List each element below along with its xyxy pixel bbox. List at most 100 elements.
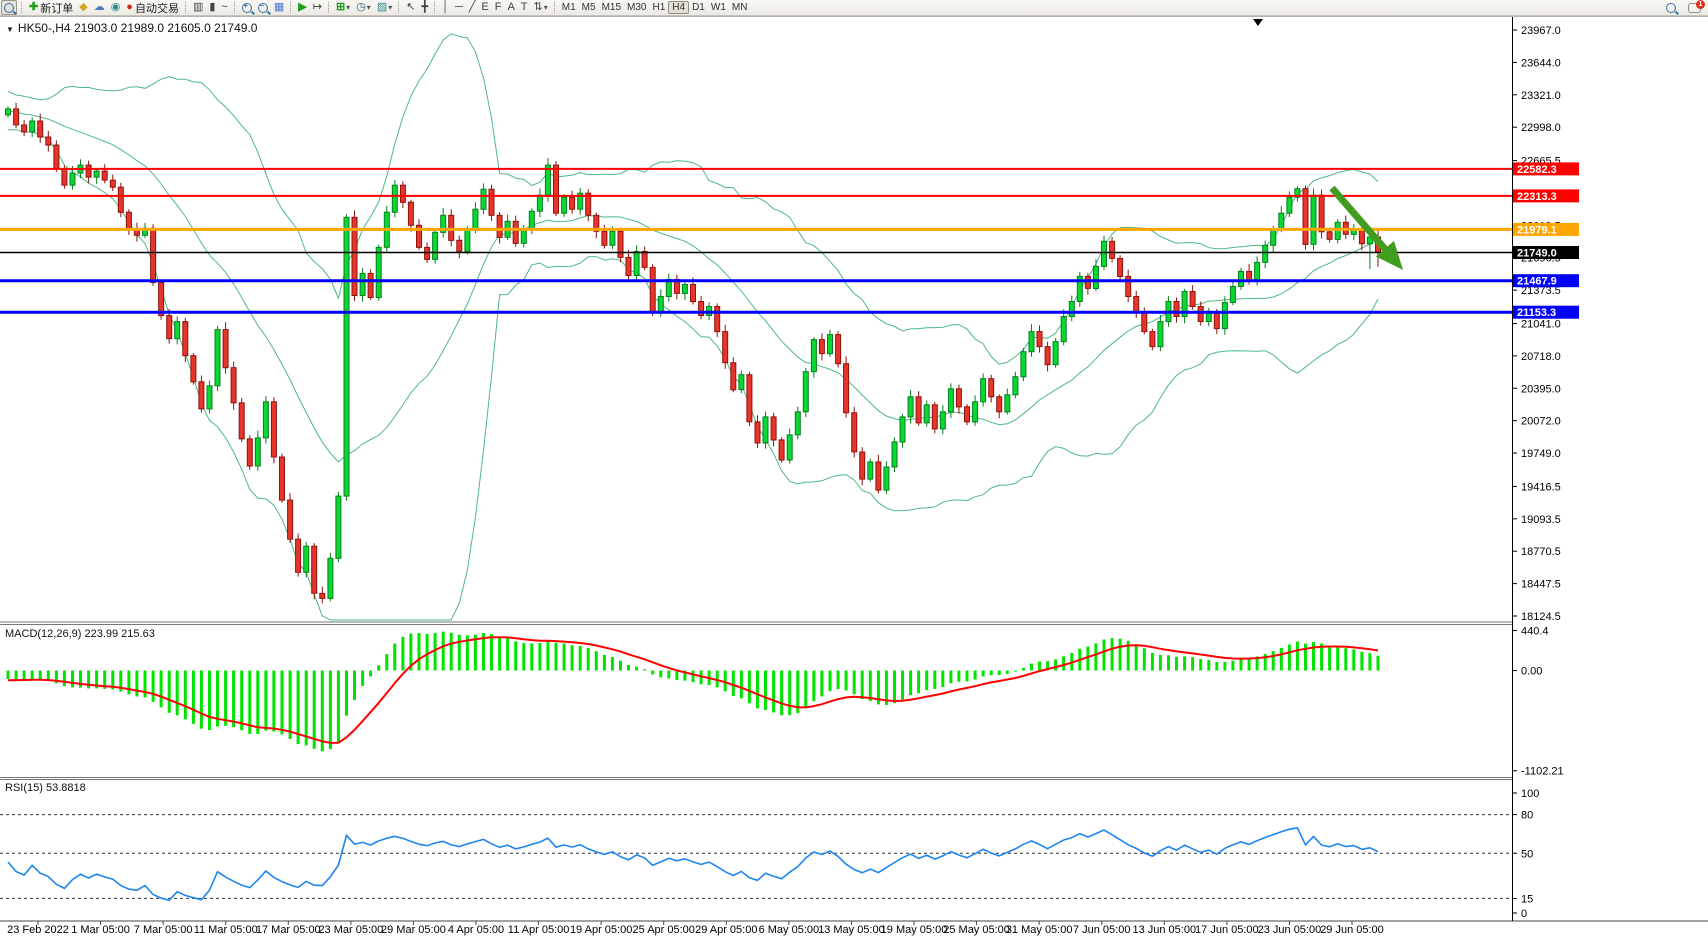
- linechart-icon: ~: [221, 2, 227, 13]
- autotrading-button[interactable]: ●自动交易: [124, 1, 181, 14]
- new-order-button-label: 新订单: [40, 0, 73, 16]
- svg-text:7 Mar 05:00: 7 Mar 05:00: [134, 924, 193, 936]
- text-button[interactable]: A: [505, 1, 516, 14]
- auto-scroll-button[interactable]: ▶: [296, 1, 308, 14]
- fibonacci-button[interactable]: F: [493, 1, 504, 14]
- time-axis[interactable]: 23 Feb 20221 Mar 05:007 Mar 05:0011 Mar …: [7, 921, 1384, 936]
- zoom-out-icon: −: [258, 3, 268, 13]
- timeframe-h1-button[interactable]: H1: [649, 2, 668, 13]
- timeframe-mn-button[interactable]: MN: [729, 2, 751, 13]
- sphere-icon: ●: [126, 2, 133, 13]
- diamond-icon: ◆: [79, 2, 87, 13]
- shift-icon: ↦: [313, 2, 322, 13]
- zoom-in-button[interactable]: +: [240, 1, 254, 14]
- svg-text:11 Apr 05:00: 11 Apr 05:00: [508, 924, 570, 936]
- autotrading-button-label: 自动交易: [135, 0, 179, 16]
- cloud-icon: ☁: [94, 2, 105, 13]
- main-toolbar: ✚新订单◆☁◉●自动交易▥▮~+−▦▶↦⊞▾◷▾▨▾↖╋│─╱EFAT⇅▾M1M…: [0, 0, 1708, 16]
- timeframe-h4-button[interactable]: H4: [668, 1, 689, 14]
- chevron-down-icon: ▾: [367, 3, 371, 12]
- svg-text:440.4: 440.4: [1521, 625, 1549, 637]
- timeframe-d1-button[interactable]: D1: [689, 2, 708, 13]
- timeframe-m15-button[interactable]: M15: [599, 2, 624, 13]
- candles-layer: [6, 103, 1381, 604]
- svg-text:17 Jun 05:00: 17 Jun 05:00: [1195, 924, 1259, 936]
- svg-text:15: 15: [1521, 893, 1533, 905]
- timeframe-m30-button[interactable]: M30: [624, 2, 649, 13]
- periods-button[interactable]: ◷▾: [354, 1, 373, 14]
- notifications-button[interactable]: 1: [1686, 1, 1703, 14]
- svg-text:21467.9: 21467.9: [1517, 276, 1557, 288]
- cursor-icon: ↖: [406, 2, 415, 13]
- pane-frame: [0, 17, 1708, 922]
- rsi-levels: [0, 815, 1512, 899]
- news-button[interactable]: ◉: [109, 1, 123, 14]
- chart-bars-button[interactable]: ▥: [191, 1, 205, 14]
- textA-icon: A: [507, 2, 514, 13]
- new-order-button[interactable]: ✚新订单: [27, 1, 75, 14]
- bollinger-bands: [8, 34, 1378, 620]
- svg-text:22313.3: 22313.3: [1517, 191, 1557, 203]
- clock-icon: ◷: [356, 2, 366, 13]
- chart-candles-button[interactable]: ▮: [207, 1, 217, 14]
- indicators-button[interactable]: ⊞▾: [334, 1, 352, 14]
- svg-text:23967.0: 23967.0: [1521, 25, 1561, 37]
- svg-text:23 Mar 05:00: 23 Mar 05:00: [318, 924, 383, 936]
- signal-icon: ◉: [111, 2, 121, 13]
- arrows-button[interactable]: ⇅▾: [532, 1, 550, 14]
- chart-canvas[interactable]: 23967.023644.023321.022998.022665.522019…: [0, 0, 1708, 940]
- tile-windows-button[interactable]: ▦: [272, 1, 286, 14]
- crosshair-button[interactable]: ╋: [419, 1, 430, 14]
- svg-text:19093.5: 19093.5: [1521, 514, 1561, 526]
- svg-text:7 Jun 05:00: 7 Jun 05:00: [1073, 924, 1131, 936]
- svg-text:18124.5: 18124.5: [1521, 611, 1561, 623]
- toolbar-separator: [21, 2, 22, 13]
- svg-text:20072.0: 20072.0: [1521, 416, 1561, 428]
- signals-button[interactable]: ☁: [92, 1, 107, 14]
- horizontal-line-button[interactable]: ─: [453, 1, 465, 14]
- arrows-icon: ⇅: [534, 2, 543, 13]
- market-watch-button[interactable]: [1, 0, 17, 15]
- chevron-down-icon: ▾: [346, 3, 350, 12]
- autoscroll-icon: ▶: [298, 2, 306, 13]
- trendline-button[interactable]: ╱: [467, 1, 478, 14]
- zoom-out-button[interactable]: −: [256, 1, 270, 14]
- svg-text:23644.0: 23644.0: [1521, 57, 1561, 69]
- svg-text:25 Apr 05:00: 25 Apr 05:00: [633, 924, 695, 936]
- timeframe-m1-button[interactable]: M1: [559, 2, 579, 13]
- macd-histogram: [8, 632, 1378, 752]
- svg-text:19 Apr 05:00: 19 Apr 05:00: [570, 924, 632, 936]
- svg-text:13 Jun 05:00: 13 Jun 05:00: [1132, 924, 1196, 936]
- rsi-axis[interactable]: 1008050150: [1512, 788, 1539, 920]
- svg-text:25 May 05:00: 25 May 05:00: [943, 924, 1010, 936]
- bars-icon: ▥: [193, 2, 203, 13]
- text-label-button[interactable]: T: [519, 1, 530, 14]
- svg-text:18447.5: 18447.5: [1521, 579, 1561, 591]
- chart-title-text: HK50-,H4 21903.0 21989.0 21605.0 21749.0: [18, 21, 258, 35]
- svg-text:18770.5: 18770.5: [1521, 546, 1561, 558]
- channel-icon: E: [481, 2, 488, 13]
- vertical-line-button[interactable]: │: [440, 1, 451, 14]
- svg-text:19 May 05:00: 19 May 05:00: [881, 924, 948, 936]
- timeframe-m5-button[interactable]: M5: [579, 2, 599, 13]
- chart-collapse-icon[interactable]: ▼: [6, 25, 14, 34]
- svg-text:31 May 05:00: 31 May 05:00: [1006, 924, 1073, 936]
- svg-text:19416.5: 19416.5: [1521, 481, 1561, 493]
- tiles-icon: ▦: [274, 2, 284, 13]
- metaeditor-button[interactable]: ◆: [77, 1, 89, 14]
- equidistant-channel-button[interactable]: E: [479, 1, 490, 14]
- chart-shift-button[interactable]: ↦: [311, 1, 324, 14]
- search-button[interactable]: [1664, 1, 1678, 14]
- toolbar-separator: [185, 2, 186, 13]
- macd-axis[interactable]: 440.40.00-1102.21: [1512, 625, 1564, 777]
- svg-text:29 Jun 05:00: 29 Jun 05:00: [1320, 924, 1384, 936]
- chart-line-button[interactable]: ~: [219, 1, 229, 14]
- templates-button[interactable]: ▨▾: [375, 1, 394, 14]
- svg-text:6 May 05:00: 6 May 05:00: [759, 924, 820, 936]
- price-axis[interactable]: 23967.023644.023321.022998.022665.522019…: [1512, 25, 1561, 623]
- timeframe-w1-button[interactable]: W1: [708, 2, 729, 13]
- svg-text:17 Mar 05:00: 17 Mar 05:00: [256, 924, 321, 936]
- notification-badge: 1: [1696, 0, 1705, 9]
- cursor-button[interactable]: ↖: [404, 1, 417, 14]
- svg-text:20395.0: 20395.0: [1521, 383, 1561, 395]
